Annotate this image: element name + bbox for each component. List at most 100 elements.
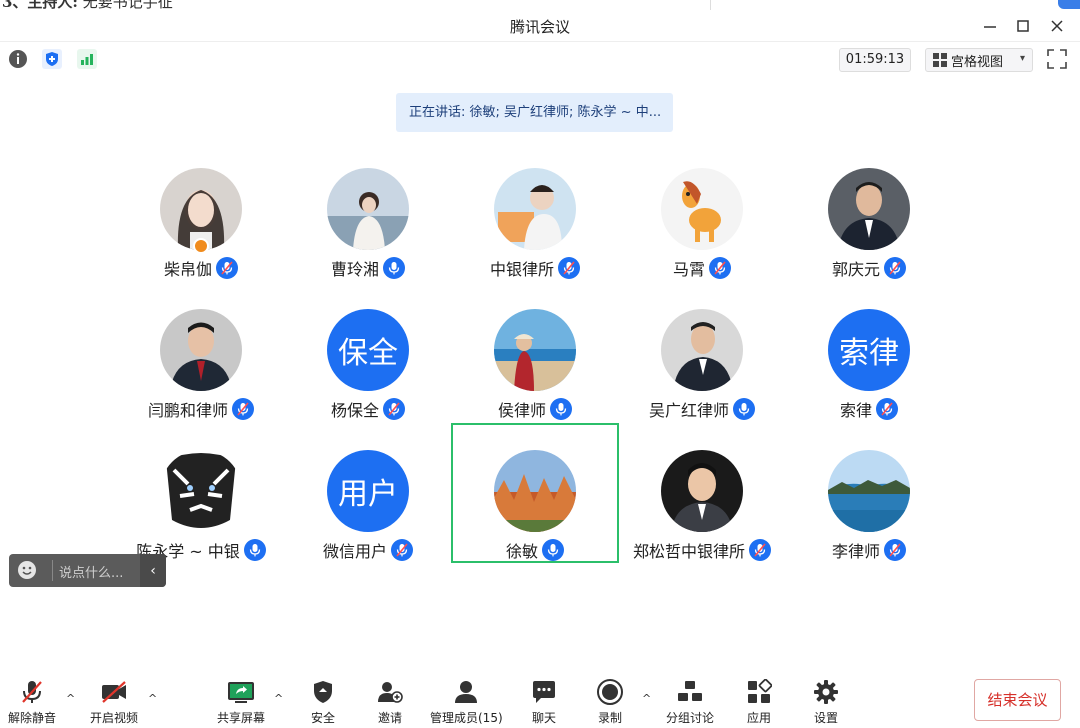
chat-input-bar[interactable]: 说点什么... ‹ xyxy=(9,554,166,587)
record-button[interactable]: 录制 xyxy=(595,678,625,726)
avatar-photo xyxy=(828,450,910,532)
avatar-photo xyxy=(494,309,576,391)
start-video-button[interactable]: 开启视频 xyxy=(90,678,138,726)
avatar-image xyxy=(828,168,910,250)
participant-tile[interactable]: 曹玲湘 xyxy=(284,141,452,281)
participant-name-line: 郭庆元 xyxy=(785,256,953,280)
close-button[interactable] xyxy=(1045,14,1069,38)
emoji-icon[interactable] xyxy=(17,560,37,580)
mic-muted-icon xyxy=(889,543,901,557)
participant-name: 马霄 xyxy=(672,260,705,279)
network-signal-button[interactable] xyxy=(76,48,98,70)
mic-muted-icon xyxy=(396,543,408,557)
security-status-button[interactable] xyxy=(41,48,63,70)
breakout-rooms-button[interactable]: 分组讨论 xyxy=(666,678,714,726)
apps-label: 应用 xyxy=(746,711,771,725)
participant-name: 郭庆元 xyxy=(831,260,880,279)
avatar-image xyxy=(327,168,409,250)
mic-muted-badge xyxy=(749,539,771,561)
participant-name: 李律师 xyxy=(831,542,880,561)
audio-options-caret[interactable]: ^ xyxy=(66,692,75,705)
mic-muted-icon xyxy=(714,261,726,275)
participant-tile[interactable]: 马霄 xyxy=(618,141,786,281)
maximize-button[interactable] xyxy=(1011,14,1035,38)
participant-tile[interactable]: 郑松哲中银律所 xyxy=(618,423,786,563)
participant-tile[interactable]: 侯律师 xyxy=(451,282,619,422)
avatar-photo xyxy=(327,168,409,250)
participant-tile[interactable]: 保全 杨保全 xyxy=(284,282,452,422)
avatar-image xyxy=(160,450,242,532)
participant-tile[interactable]: 闫鹏和律师 xyxy=(117,282,285,422)
bottom-control-bar: 解除静音 ^ 开启视频 ^ 共享屏幕 ^ 安全 邀请 管理成员(15) 聊天 录… xyxy=(0,672,1080,728)
view-mode-select[interactable]: 宫格视图 ▾ xyxy=(925,48,1033,72)
participant-name: 微信用户 xyxy=(322,542,387,561)
record-icon xyxy=(597,679,623,705)
participant-name: 索律 xyxy=(839,401,872,420)
avatar-image xyxy=(494,168,576,250)
mic-muted-icon xyxy=(881,402,893,416)
participant-tile[interactable]: 柴帛伽 xyxy=(117,141,285,281)
participant-tile[interactable]: 郭庆元 xyxy=(785,141,953,281)
avatar-image xyxy=(661,309,743,391)
chevron-left-icon: ‹ xyxy=(150,562,156,579)
members-icon xyxy=(455,681,478,703)
participant-name: 吴广红律师 xyxy=(648,401,729,420)
mic-on-badge xyxy=(733,398,755,420)
record-options-caret[interactable]: ^ xyxy=(642,692,651,705)
share-screen-button[interactable]: 共享屏幕 xyxy=(217,678,265,726)
security-button[interactable]: 安全 xyxy=(308,678,338,726)
participant-tile[interactable]: 索律 索律 xyxy=(785,282,953,422)
share-options-caret[interactable]: ^ xyxy=(274,692,283,705)
invite-button[interactable]: 邀请 xyxy=(375,678,405,726)
mic-muted-badge xyxy=(383,398,405,420)
participant-tile[interactable]: 中银律所 xyxy=(451,141,619,281)
unmute-button[interactable]: 解除静音 xyxy=(8,678,56,726)
participant-tile-active-speaker[interactable]: 徐敏 xyxy=(451,423,619,563)
mic-muted-icon xyxy=(237,402,249,416)
participant-name-line: 曹玲湘 xyxy=(284,256,452,280)
avatar-photo xyxy=(661,450,743,532)
shield-icon xyxy=(42,49,62,69)
manage-members-button[interactable]: 管理成员(15) xyxy=(430,678,503,726)
avatar-photo xyxy=(494,450,576,532)
participant-name-line: 索律 xyxy=(785,397,953,421)
mic-on-badge xyxy=(550,398,572,420)
settings-button[interactable]: 设置 xyxy=(811,678,841,726)
share-screen-icon xyxy=(228,682,254,703)
chat-collapse-button[interactable]: ‹ xyxy=(140,554,166,587)
meeting-toolbar: 01:59:13 宫格视图 ▾ xyxy=(0,43,1080,76)
maximize-icon xyxy=(1017,20,1029,32)
participant-tile[interactable]: 李律师 xyxy=(785,423,953,563)
participant-name: 侯律师 xyxy=(497,401,546,420)
mic-muted-badge xyxy=(884,539,906,561)
avatar-photo xyxy=(828,168,910,250)
meeting-timer: 01:59:13 xyxy=(839,48,911,72)
background-window-text: 3、主持人: 无要书记手征 xyxy=(2,0,173,10)
end-meeting-button[interactable]: 结束会议 xyxy=(974,679,1061,721)
participant-name: 郑松哲中银律所 xyxy=(632,542,745,561)
window-title: 腾讯会议 xyxy=(509,18,570,36)
host-badge-icon xyxy=(193,238,209,254)
security-label: 安全 xyxy=(310,711,335,725)
minimize-button[interactable] xyxy=(978,14,1002,38)
speaking-banner: 正在讲话: 徐敏; 吴广红律师; 陈永学 ~ 中... xyxy=(396,93,673,132)
avatar-photo xyxy=(661,168,743,250)
mic-muted-badge xyxy=(876,398,898,420)
grid-view-icon xyxy=(933,53,947,67)
mic-icon xyxy=(388,262,400,275)
participant-tile[interactable]: 陈永学 ~ 中银 xyxy=(117,423,285,563)
participant-name-line: 杨保全 xyxy=(284,397,452,421)
participant-tile[interactable]: 吴广红律师 xyxy=(618,282,786,422)
chat-placeholder[interactable]: 说点什么... xyxy=(59,562,123,581)
participant-tile[interactable]: 用户 微信用户 xyxy=(284,423,452,563)
mic-muted-badge xyxy=(558,257,580,279)
unmute-label: 解除静音 xyxy=(8,711,57,725)
video-options-caret[interactable]: ^ xyxy=(148,692,157,705)
fullscreen-icon xyxy=(1047,49,1067,69)
fullscreen-button[interactable] xyxy=(1046,48,1068,70)
mic-icon xyxy=(555,403,567,416)
apps-button[interactable]: 应用 xyxy=(744,678,774,726)
info-button[interactable] xyxy=(7,48,29,70)
chat-button[interactable]: 聊天 xyxy=(529,678,559,726)
background-window-strip: 3、主持人: 无要书记手征 xyxy=(0,0,1080,10)
